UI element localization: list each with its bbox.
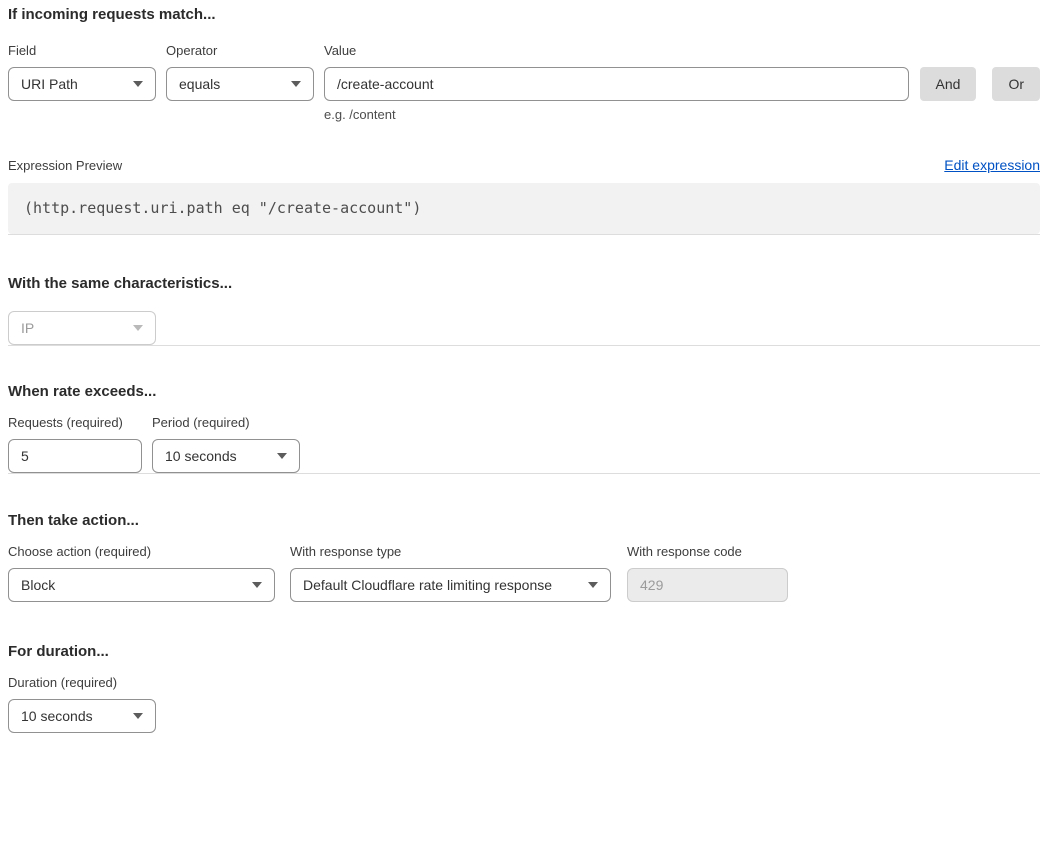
rate-section-title: When rate exceeds... [8, 383, 1040, 401]
response-type-column: With response type Default Cloudflare ra… [290, 544, 611, 602]
expression-code: (http.request.uri.path eq "/create-accou… [24, 199, 421, 217]
field-dropdown-value: URI Path [21, 76, 78, 92]
duration-dropdown-value: 10 seconds [21, 708, 93, 724]
and-button[interactable]: And [920, 67, 977, 101]
rate-limiting-rule-form: If incoming requests match... Field URI … [0, 0, 1048, 733]
field-dropdown[interactable]: URI Path [8, 67, 156, 101]
response-code-label: With response code [627, 544, 788, 560]
section-divider [8, 345, 1040, 346]
response-type-label: With response type [290, 544, 611, 560]
response-type-dropdown-value: Default Cloudflare rate limiting respons… [303, 577, 552, 593]
operator-dropdown-value: equals [179, 76, 220, 92]
or-button[interactable]: Or [992, 67, 1040, 101]
period-label: Period (required) [152, 415, 300, 431]
match-section-title: If incoming requests match... [8, 6, 1040, 24]
operator-column: Operator equals [166, 43, 314, 101]
choose-action-column: Choose action (required) Block [8, 544, 275, 602]
requests-input[interactable] [8, 439, 142, 473]
duration-label: Duration (required) [8, 675, 1040, 691]
section-divider [8, 234, 1040, 235]
rate-fields-row: Requests (required) Period (required) 10… [8, 415, 1040, 473]
section-duration: For duration... Duration (required) 10 s… [8, 643, 1040, 733]
action-fields-row: Choose action (required) Block With resp… [8, 544, 1040, 602]
section-divider [8, 473, 1040, 474]
chevron-down-icon [252, 582, 262, 588]
duration-dropdown[interactable]: 10 seconds [8, 699, 156, 733]
field-label: Field [8, 43, 156, 59]
characteristic-dropdown-value: IP [21, 320, 34, 336]
choose-action-dropdown[interactable]: Block [8, 568, 275, 602]
expression-preview-box: (http.request.uri.path eq "/create-accou… [8, 183, 1040, 234]
response-code-column: With response code [627, 544, 788, 602]
period-dropdown-value: 10 seconds [165, 448, 237, 464]
period-column: Period (required) 10 seconds [152, 415, 300, 473]
chevron-down-icon [133, 81, 143, 87]
value-label: Value [324, 43, 909, 59]
value-input[interactable] [324, 67, 909, 101]
section-action: Then take action... Choose action (requi… [8, 512, 1040, 602]
and-or-buttons: And Or [909, 67, 1040, 101]
operator-label: Operator [166, 43, 314, 59]
edit-expression-link[interactable]: Edit expression [944, 157, 1040, 174]
chevron-down-icon [277, 453, 287, 459]
value-column: Value e.g. /content [324, 43, 909, 123]
chevron-down-icon [133, 325, 143, 331]
period-dropdown[interactable]: 10 seconds [152, 439, 300, 473]
section-rate: When rate exceeds... Requests (required)… [8, 383, 1040, 473]
match-fields-row: Field URI Path Operator equals Value e.g… [8, 43, 1040, 123]
duration-section-title: For duration... [8, 643, 1040, 661]
response-code-input [627, 568, 788, 602]
chevron-down-icon [588, 582, 598, 588]
requests-label: Requests (required) [8, 415, 142, 431]
choose-action-dropdown-value: Block [21, 577, 55, 593]
expression-preview-label: Expression Preview [8, 158, 122, 174]
characteristics-section-title: With the same characteristics... [8, 275, 1040, 293]
operator-dropdown[interactable]: equals [166, 67, 314, 101]
response-type-dropdown[interactable]: Default Cloudflare rate limiting respons… [290, 568, 611, 602]
section-match: If incoming requests match... Field URI … [8, 6, 1040, 234]
section-characteristics: With the same characteristics... IP [8, 275, 1040, 345]
action-section-title: Then take action... [8, 512, 1040, 530]
value-helper-text: e.g. /content [324, 107, 909, 123]
characteristic-dropdown: IP [8, 311, 156, 345]
chevron-down-icon [133, 713, 143, 719]
choose-action-label: Choose action (required) [8, 544, 275, 560]
requests-column: Requests (required) [8, 415, 142, 473]
field-column: Field URI Path [8, 43, 156, 101]
expression-preview-header: Expression Preview Edit expression [8, 157, 1040, 174]
chevron-down-icon [291, 81, 301, 87]
